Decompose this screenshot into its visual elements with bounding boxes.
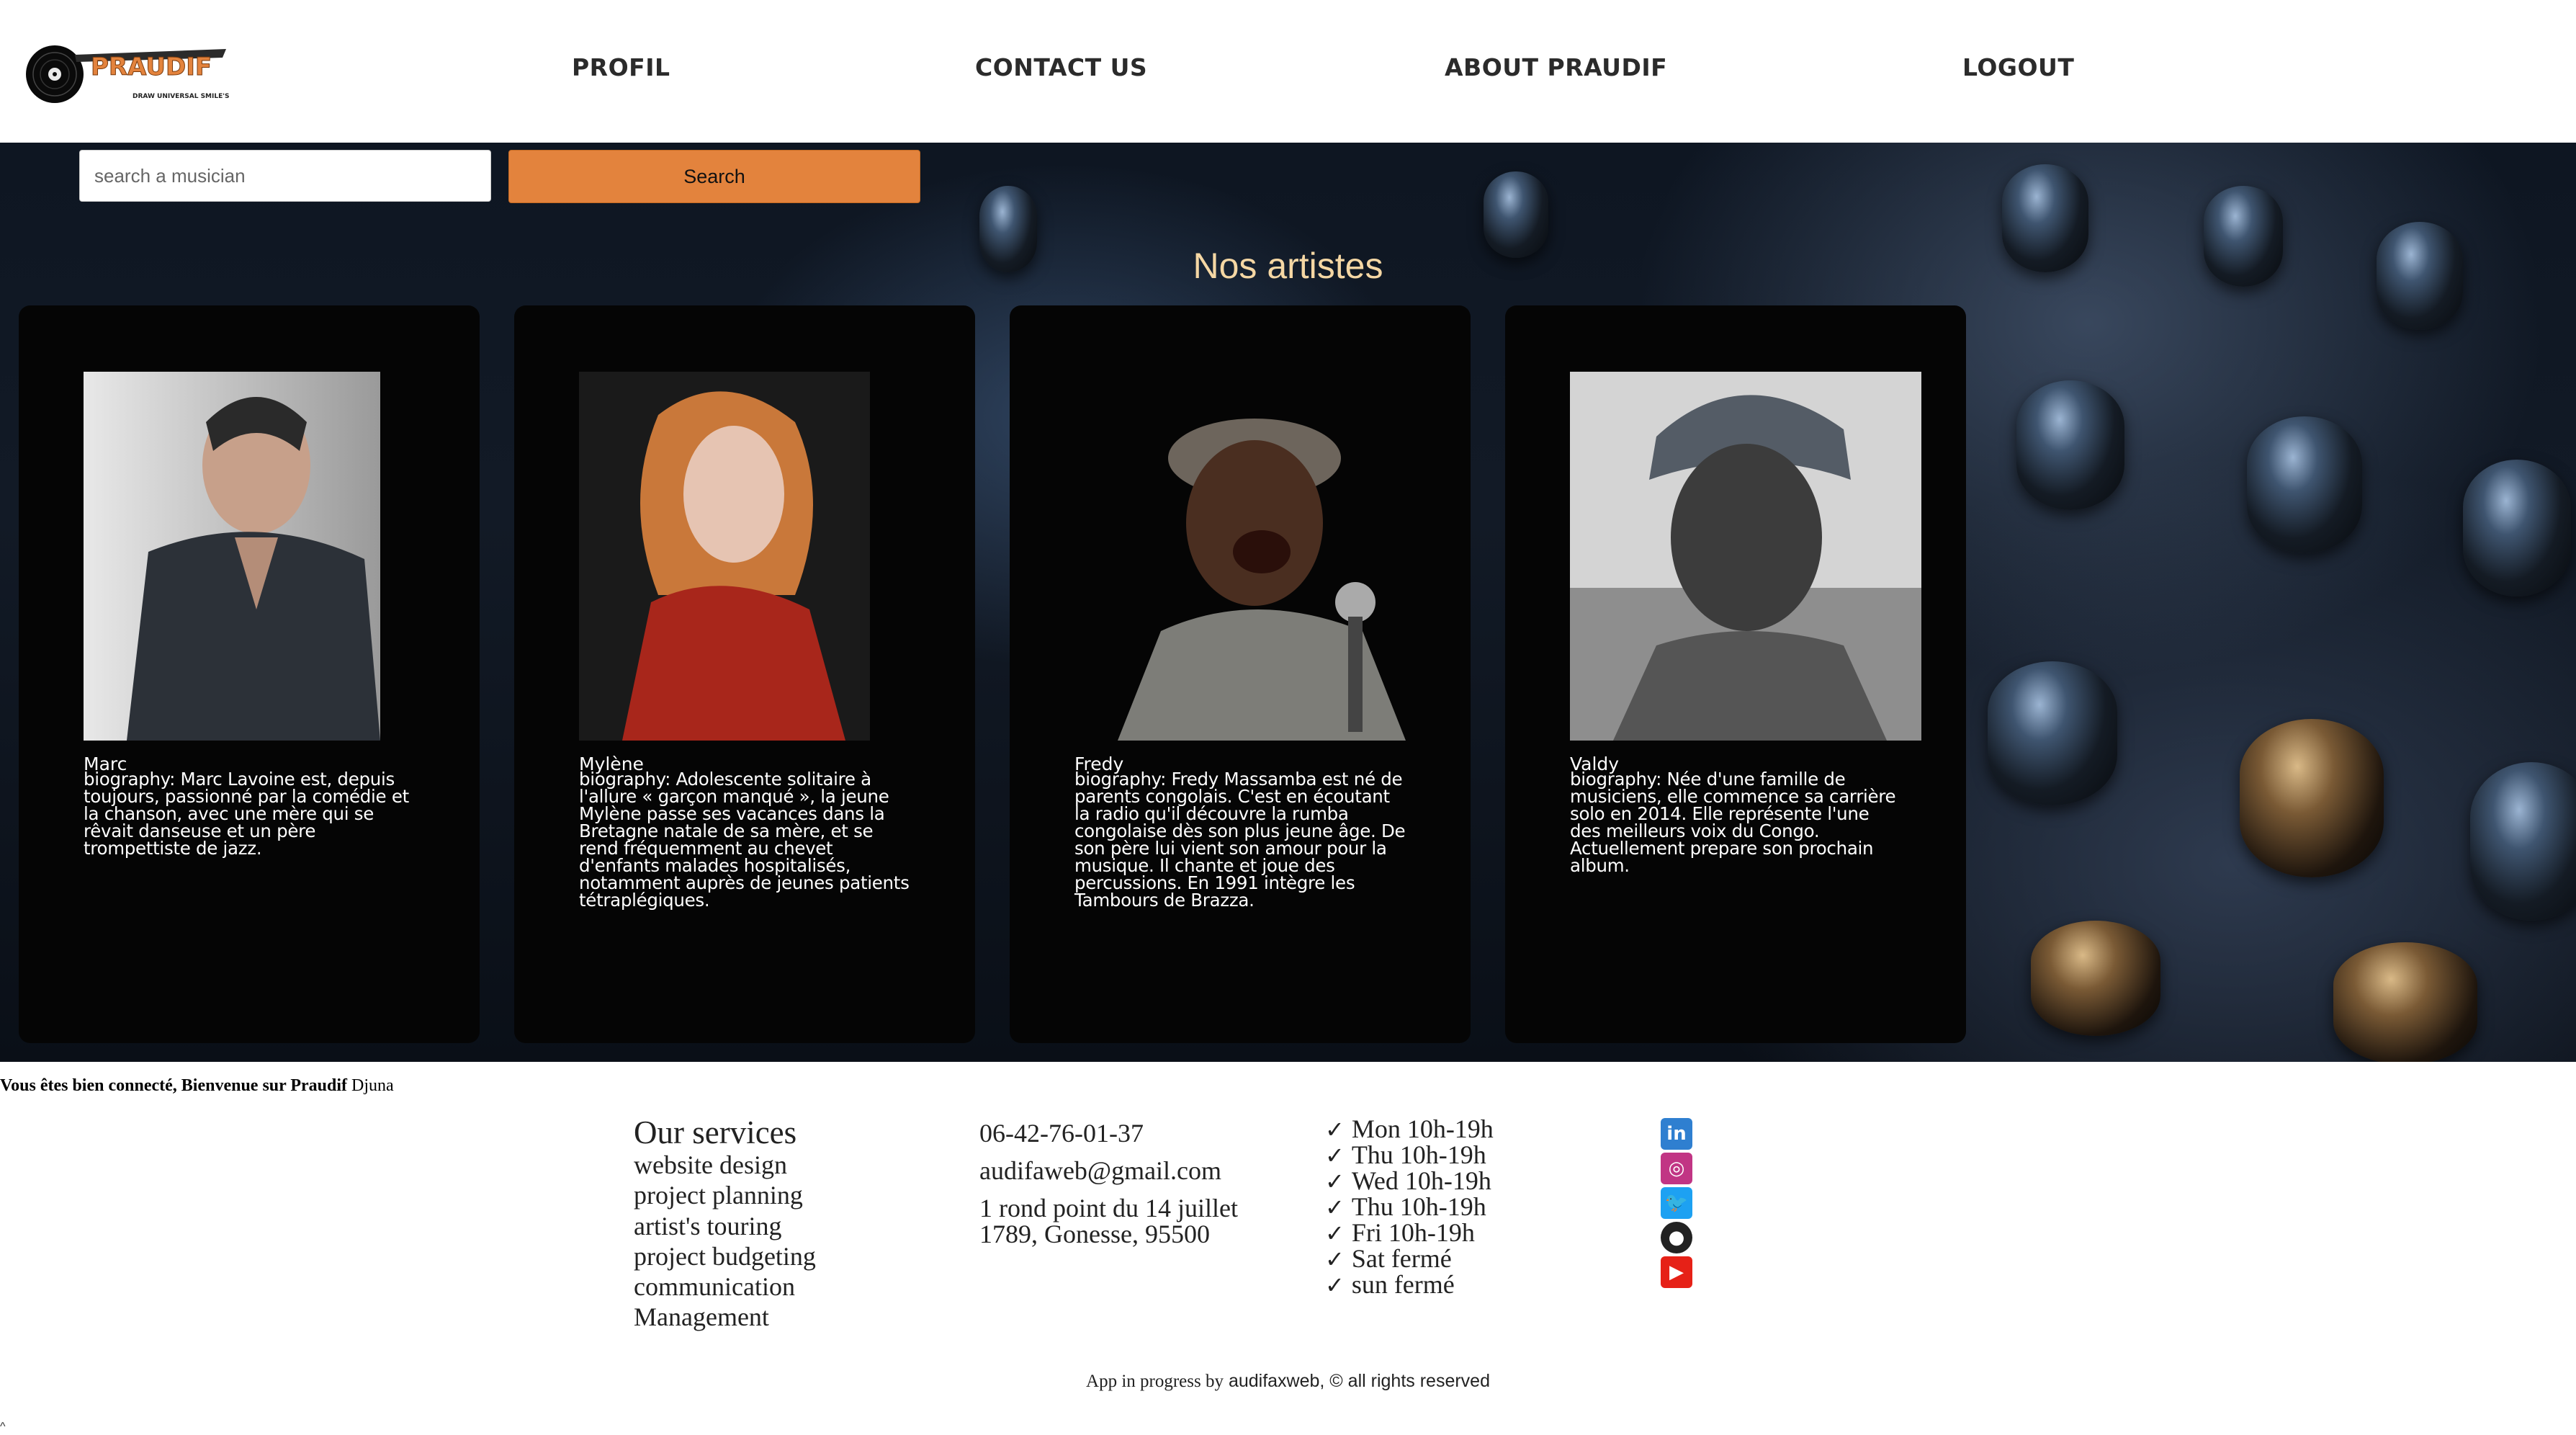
artist-card-mylene[interactable]: Mylène biography: Adolescente solitaire … [514,305,975,1043]
svg-text:DRAW UNIVERSAL SMILE'S: DRAW UNIVERSAL SMILE'S [133,93,229,100]
service-item: project budgeting [634,1242,816,1271]
nav-contact-us[interactable]: CONTACT US [975,53,1147,81]
nav-profil[interactable]: PROFIL [572,53,670,81]
site-header: PRAUDIF DRAW UNIVERSAL SMILE'S PROFIL CO… [0,0,2576,143]
twitter-icon[interactable]: 🐦 [1661,1187,1692,1219]
search-input[interactable] [79,150,491,202]
contact-address-line2: 1789, Gonesse, 95500 [979,1220,1210,1248]
instagram-icon[interactable]: ◎ [1661,1153,1692,1184]
artist-photo [84,372,380,741]
background-knob [2016,380,2124,510]
service-item: website design [634,1150,787,1179]
contact-email: audifaweb@gmail.com [979,1156,1222,1185]
hours-text: Wed 10h-19h [1351,1166,1491,1195]
service-item: project planning [634,1181,803,1210]
artist-card-valdy[interactable]: Valdy biography: Née d'une famille de mu… [1505,305,1966,1043]
copyright-text: App in progress by audifaxweb, © all rig… [0,1371,2576,1392]
artist-bio: biography: Marc Lavoine est, depuis touj… [84,769,409,859]
hours-text: Sat fermé [1351,1244,1452,1273]
background-knob [2247,416,2362,553]
artist-bio: biography: Née d'une famille de musicien… [1570,769,1896,876]
service-item: artist's touring [634,1212,782,1240]
github-icon[interactable]: ● [1661,1222,1692,1253]
artist-card-marc[interactable]: Marc biography: Marc Lavoine est, depuis… [19,305,480,1043]
check-icon: ✓ [1325,1271,1345,1299]
artist-photo [579,372,870,741]
search-button[interactable]: Search [508,150,920,203]
hours-text: sun fermé [1351,1270,1455,1299]
artist-photo [1570,372,1921,741]
background-knob [2031,921,2160,1036]
copyright-prefix: App in progress by [1086,1372,1224,1391]
artists-section-title: Nos artistes [1193,246,1383,286]
background-knob [2333,942,2477,1062]
artist-bio: biography: Fredy Massamba est né de pare… [1074,769,1406,911]
artist-photo [1074,372,1426,741]
copyright-suffix: audifaxweb, © all rights reserved [1228,1371,1490,1391]
hours-text: Thu 10h-19h [1351,1192,1486,1221]
background-knob [2240,719,2384,877]
nav-logout[interactable]: LOGOUT [1962,53,2074,81]
welcome-message: Vous êtes bien connecté, Bienvenue sur P… [0,1076,394,1096]
hours-row: ✓ sun fermé [1325,1269,1455,1300]
background-knob [1988,661,2117,805]
contact-phone: 06-42-76-01-37 [979,1119,1144,1148]
service-item: Management [634,1302,769,1331]
welcome-text: Vous êtes bien connecté, Bienvenue sur P… [0,1076,348,1095]
hours-text: Mon 10h-19h [1351,1114,1494,1143]
background-knob [2463,460,2571,596]
praudif-logo[interactable]: PRAUDIF DRAW UNIVERSAL SMILE'S [24,42,233,107]
service-item: communication [634,1272,795,1301]
youtube-icon[interactable]: ▶ [1661,1256,1692,1288]
svg-text:PRAUDIF: PRAUDIF [91,53,212,81]
linkedin-icon[interactable]: in [1661,1118,1692,1150]
artist-card-fredy[interactable]: Fredy biography: Fredy Massamba est né d… [1010,305,1471,1043]
hours-text: Fri 10h-19h [1351,1218,1475,1247]
nav-about-praudif[interactable]: ABOUT PRAUDIF [1445,53,1667,81]
hours-text: Thu 10h-19h [1351,1140,1486,1169]
services-title: Our services [634,1114,797,1150]
background-knob [2470,762,2576,921]
artist-bio: biography: Adolescente solitaire à l'all… [579,769,910,911]
corner-mark: ^ [0,1421,6,1433]
welcome-username: Djuna [351,1076,394,1095]
